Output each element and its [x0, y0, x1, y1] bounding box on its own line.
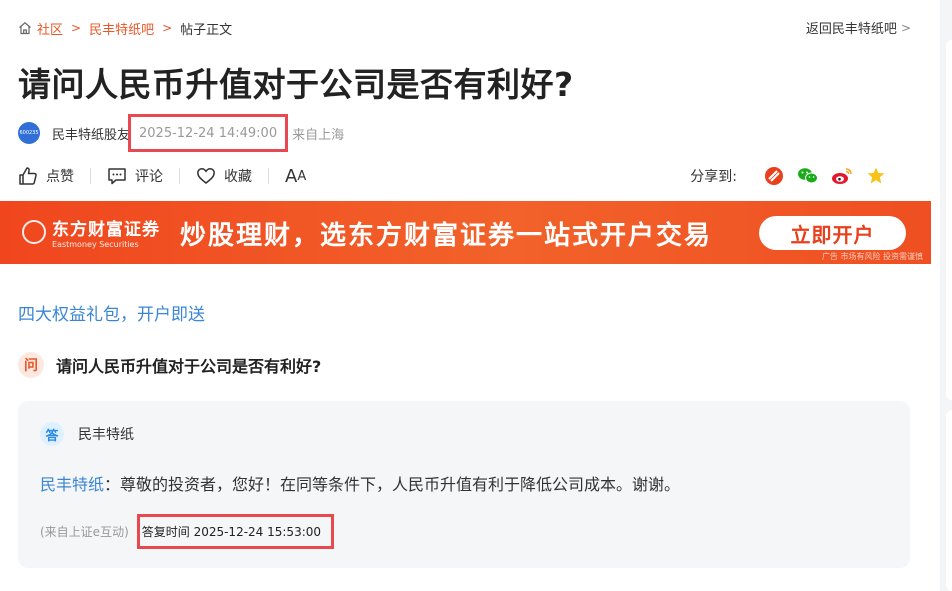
comment-label: 评论: [135, 169, 163, 185]
sidebar-card: [946, 410, 952, 591]
right-sidebar: [940, 0, 952, 591]
question-row: 问 请问人民币升值对于公司是否有利好?: [18, 352, 321, 378]
chevron-right-icon: >: [162, 21, 173, 35]
divider: [90, 168, 91, 184]
breadcrumb-current: 帖子正文: [180, 22, 233, 38]
main-content: 社区 > 民丰特纸吧 > 帖子正文 返回民丰特纸吧 > 请问人民币升值对于公司是…: [0, 0, 931, 591]
answer-company-link[interactable]: 民丰特纸: [40, 475, 104, 494]
post-time-highlight: 2025-12-24 14:49:00: [128, 114, 289, 152]
eastmoney-logo: 东方财富证券 Eastmoney Securities: [22, 215, 160, 249]
action-bar: 点赞 评论 收藏 AA: [18, 162, 306, 190]
favorite-label: 收藏: [224, 169, 252, 185]
wechat-icon: [798, 168, 818, 184]
sidebar-card: [946, 40, 952, 400]
share-label: 分享到:: [690, 169, 737, 185]
back-link-label: 返回民丰特纸吧: [805, 22, 897, 37]
divider: [268, 168, 269, 184]
favorite-button[interactable]: 收藏: [196, 166, 252, 186]
avatar[interactable]: 600235: [18, 122, 40, 144]
promo-link[interactable]: 四大权益礼包，开户即送: [18, 300, 205, 325]
weibo-icon: [832, 168, 852, 184]
banner-brand-en: Eastmoney Securities: [52, 240, 139, 249]
heart-icon: [197, 168, 215, 184]
answer-footer: (来自上证e互动) 答复时间 2025-12-24 15:53:00: [40, 514, 335, 549]
post-title: 请问人民币升值对于公司是否有利好?: [18, 65, 574, 104]
back-to-bar-link[interactable]: 返回民丰特纸吧 >: [805, 18, 911, 38]
answer-text: ：尊敬的投资者，您好！在同等条件下，人民币升值有利于降低公司成本。谢谢。: [104, 475, 681, 494]
font-size-large: A: [285, 165, 298, 187]
comment-icon: [108, 168, 126, 185]
divider: [179, 168, 180, 184]
like-label: 点赞: [46, 169, 74, 185]
eastmoney-logo-icon: [22, 220, 46, 244]
chevron-right-icon: >: [71, 21, 82, 35]
font-size-small: A: [297, 168, 307, 184]
chevron-right-icon: >: [900, 20, 911, 35]
open-account-button[interactable]: 立即开户: [759, 216, 906, 250]
breadcrumb: 社区 > 民丰特纸吧 > 帖子正文: [18, 18, 232, 38]
answer-badge: 答: [40, 422, 64, 446]
author-name[interactable]: 民丰特纸股友: [52, 124, 130, 143]
answer-header: 答 民丰特纸: [40, 422, 134, 446]
question-text: 请问人民币升值对于公司是否有利好?: [56, 357, 322, 376]
eastmoney-icon: [765, 167, 783, 185]
star-icon: [867, 167, 885, 184]
banner-brand-cn: 东方财富证券: [52, 220, 160, 240]
share-weibo-button[interactable]: [831, 165, 853, 187]
ad-banner[interactable]: 东方财富证券 Eastmoney Securities 炒股理财，选东方财富证券…: [0, 201, 931, 264]
comment-button[interactable]: 评论: [107, 166, 163, 186]
answer-source: (来自上证e互动): [40, 525, 129, 539]
question-badge: 问: [18, 352, 44, 378]
post-meta: 600235 民丰特纸股友 2025-12-24 14:49:00 来自上海: [18, 114, 345, 152]
share-wechat-button[interactable]: [797, 165, 819, 187]
banner-disclaimer: 广告 市场有风险 投资需谨慎: [821, 252, 923, 261]
reply-time-highlight: 答复时间 2025-12-24 15:53:00: [136, 514, 335, 549]
font-size-button[interactable]: AA: [285, 166, 306, 187]
share-eastmoney-button[interactable]: [763, 165, 785, 187]
breadcrumb-bar[interactable]: 民丰特纸吧: [89, 19, 154, 38]
share-bar: 分享到:: [690, 162, 887, 190]
answerer-name: 民丰特纸: [78, 427, 134, 443]
like-button[interactable]: 点赞: [18, 166, 74, 186]
post-time: 2025-12-24 14:49:00: [139, 125, 278, 141]
reply-time: 答复时间 2025-12-24 15:53:00: [141, 525, 322, 539]
share-qzone-button[interactable]: [865, 165, 887, 187]
home-icon[interactable]: [18, 21, 32, 35]
answer-body: 民丰特纸：尊敬的投资者，您好！在同等条件下，人民币升值有利于降低公司成本。谢谢。: [40, 471, 680, 495]
thumbs-up-icon: [19, 167, 37, 185]
breadcrumb-community[interactable]: 社区: [37, 19, 63, 38]
post-location: 来自上海: [292, 127, 345, 143]
answer-card: 答 民丰特纸 民丰特纸：尊敬的投资者，您好！在同等条件下，人民币升值有利于降低公…: [18, 401, 910, 568]
banner-slogan: 炒股理财，选东方财富证券一站式开户交易: [180, 221, 713, 251]
